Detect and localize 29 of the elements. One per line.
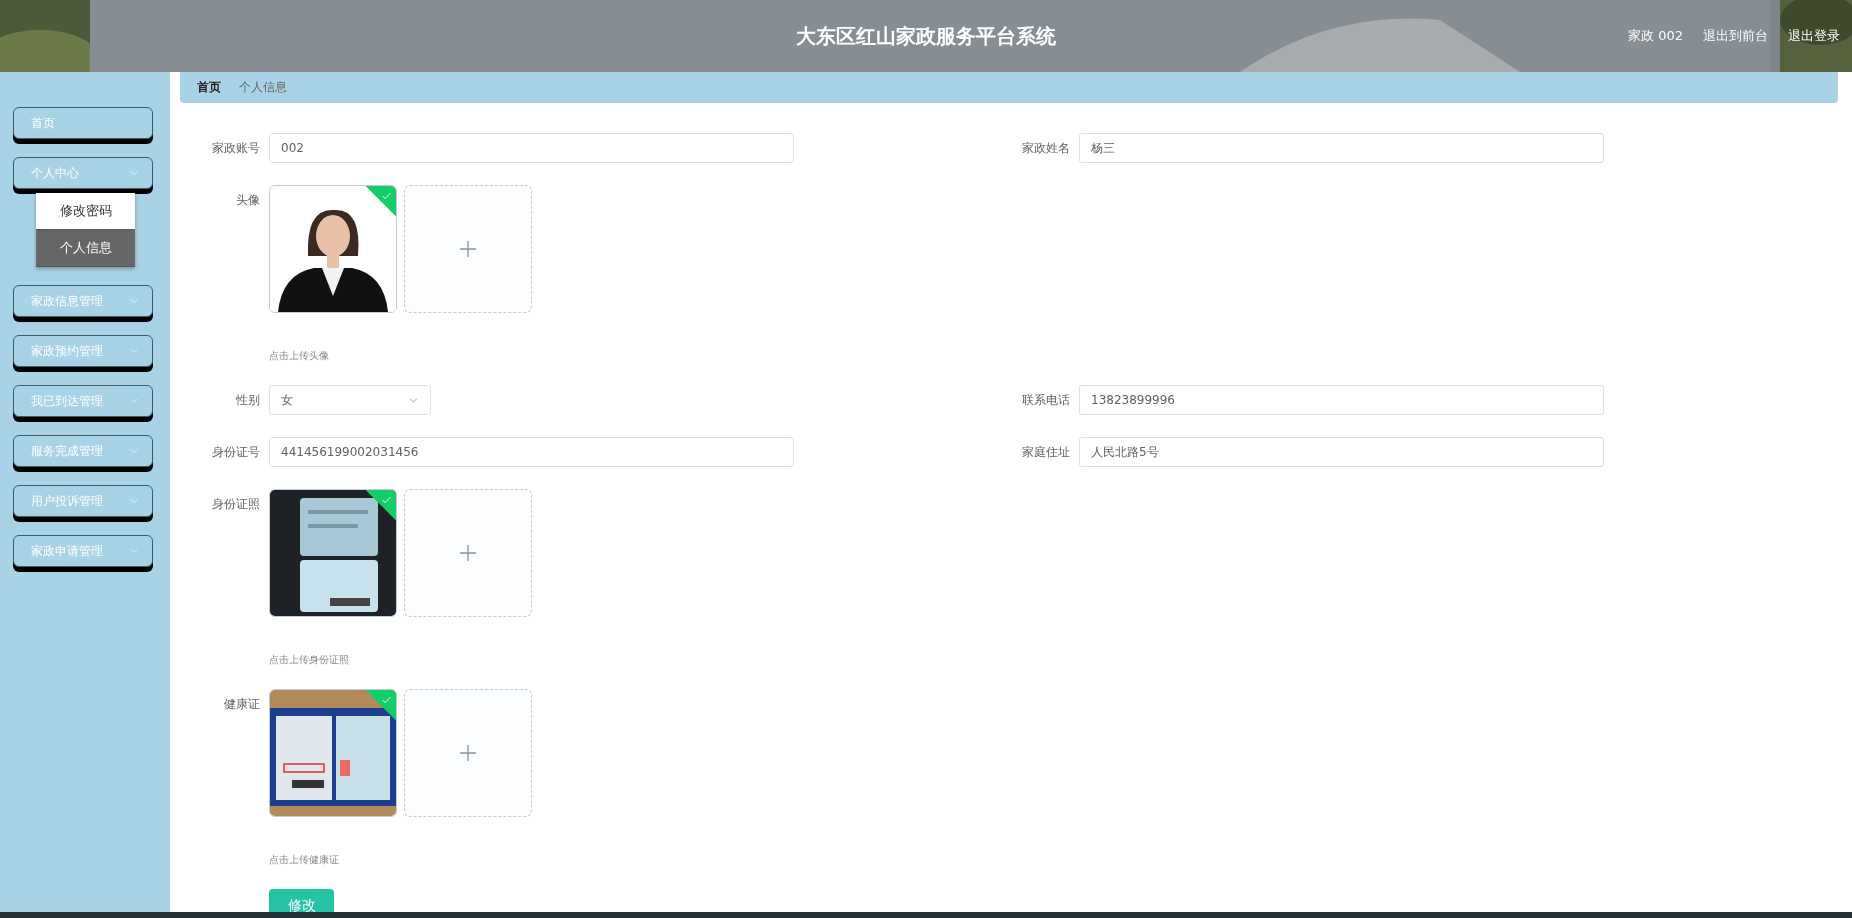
- upload-button[interactable]: [404, 689, 532, 817]
- field-label: 头像: [235, 192, 261, 209]
- breadcrumb-link[interactable]: 首页: [197, 79, 221, 96]
- text-field[interactable]: 441456199002031456: [269, 437, 794, 467]
- field-label: 身份证照: [211, 496, 261, 513]
- field-label: 联系电话: [1021, 392, 1071, 409]
- upload-button[interactable]: [404, 185, 532, 313]
- field-label: 家政姓名: [1021, 140, 1071, 157]
- gender-select[interactable]: 女: [269, 385, 431, 415]
- breadcrumb-link[interactable]: 个人信息: [239, 79, 287, 96]
- submenu-item[interactable]: 个人信息: [36, 230, 135, 267]
- submenu-item[interactable]: 修改密码: [36, 193, 135, 230]
- text-field[interactable]: 002: [269, 133, 794, 163]
- app-title: 大东区红山家政服务平台系统: [796, 22, 1056, 50]
- text-field[interactable]: 人民北路5号: [1079, 437, 1604, 467]
- field-label: 健康证: [223, 696, 261, 713]
- header-link[interactable]: 退出到前台: [1703, 27, 1768, 45]
- text-field[interactable]: 13823899996: [1079, 385, 1604, 415]
- upload-hint: 点击上传身份证照: [269, 653, 350, 667]
- user-name: 家政 002: [1628, 27, 1683, 45]
- field-label: 家庭住址: [1021, 444, 1071, 461]
- field-label: 身份证号: [211, 444, 261, 461]
- upload-hint: 点击上传健康证: [269, 853, 340, 867]
- upload-hint: 点击上传头像: [269, 349, 330, 363]
- field-label: 性别: [235, 392, 261, 409]
- text-field[interactable]: 杨三: [1079, 133, 1604, 163]
- field-label: 家政账号: [211, 140, 261, 157]
- upload-button[interactable]: [404, 489, 532, 617]
- submit-button[interactable]: 修改: [269, 889, 334, 912]
